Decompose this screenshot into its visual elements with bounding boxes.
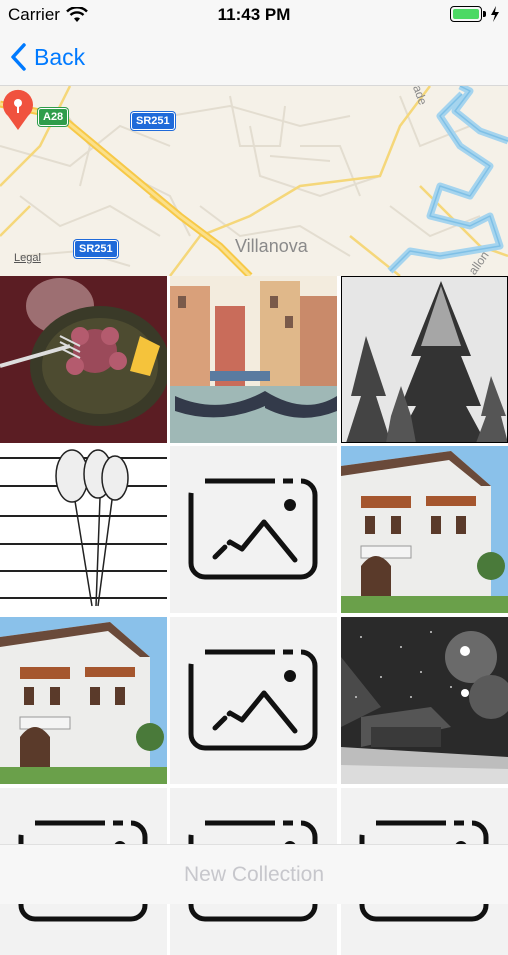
photo-cell[interactable] xyxy=(341,276,508,443)
snowy-night-street-photo xyxy=(341,617,508,784)
photo-cell[interactable] xyxy=(170,446,337,613)
alpine-hotel-photo xyxy=(0,617,167,784)
chevron-left-icon xyxy=(11,43,26,71)
map-legal-link[interactable]: Legal xyxy=(14,252,41,264)
photo-cell[interactable] xyxy=(0,446,167,613)
map-pin-icon[interactable] xyxy=(0,86,36,132)
place-label: Villanova xyxy=(235,236,308,256)
battery-group xyxy=(450,6,500,22)
status-bar: Carrier 11:43 PM xyxy=(0,0,508,30)
route-shield-sr251: SR251 xyxy=(131,112,175,130)
battery-icon xyxy=(450,6,482,22)
photo-grid xyxy=(0,276,508,955)
photo-cell[interactable] xyxy=(170,276,337,443)
image-placeholder-icon xyxy=(188,649,318,751)
map-view[interactable]: A28 SR251 SR251 ade allon Villanova Lega… xyxy=(0,86,508,276)
photo-cell[interactable] xyxy=(170,617,337,784)
photo-cell[interactable] xyxy=(0,617,167,784)
photo-cell[interactable] xyxy=(341,617,508,784)
spoons-sketch-photo xyxy=(0,446,167,613)
octopus-dish-photo xyxy=(0,276,167,443)
photo-cell[interactable] xyxy=(341,446,508,613)
back-label: Back xyxy=(34,43,86,70)
image-placeholder-icon xyxy=(188,478,318,580)
route-shield-a28: A28 xyxy=(38,108,69,126)
alpine-hotel-photo xyxy=(341,446,508,613)
snowy-pines-photo xyxy=(341,276,508,443)
route-shield-sr251: SR251 xyxy=(74,240,118,258)
photo-cell[interactable] xyxy=(0,276,167,443)
navigation-bar: Back xyxy=(0,30,508,86)
new-collection-button[interactable]: New Collection xyxy=(0,863,508,887)
charging-bolt-icon xyxy=(491,6,499,22)
status-time: 11:43 PM xyxy=(217,5,291,24)
bottom-toolbar: New Collection xyxy=(0,844,508,904)
back-button[interactable]: Back xyxy=(8,40,85,74)
canal-watercolor-photo xyxy=(170,276,337,443)
